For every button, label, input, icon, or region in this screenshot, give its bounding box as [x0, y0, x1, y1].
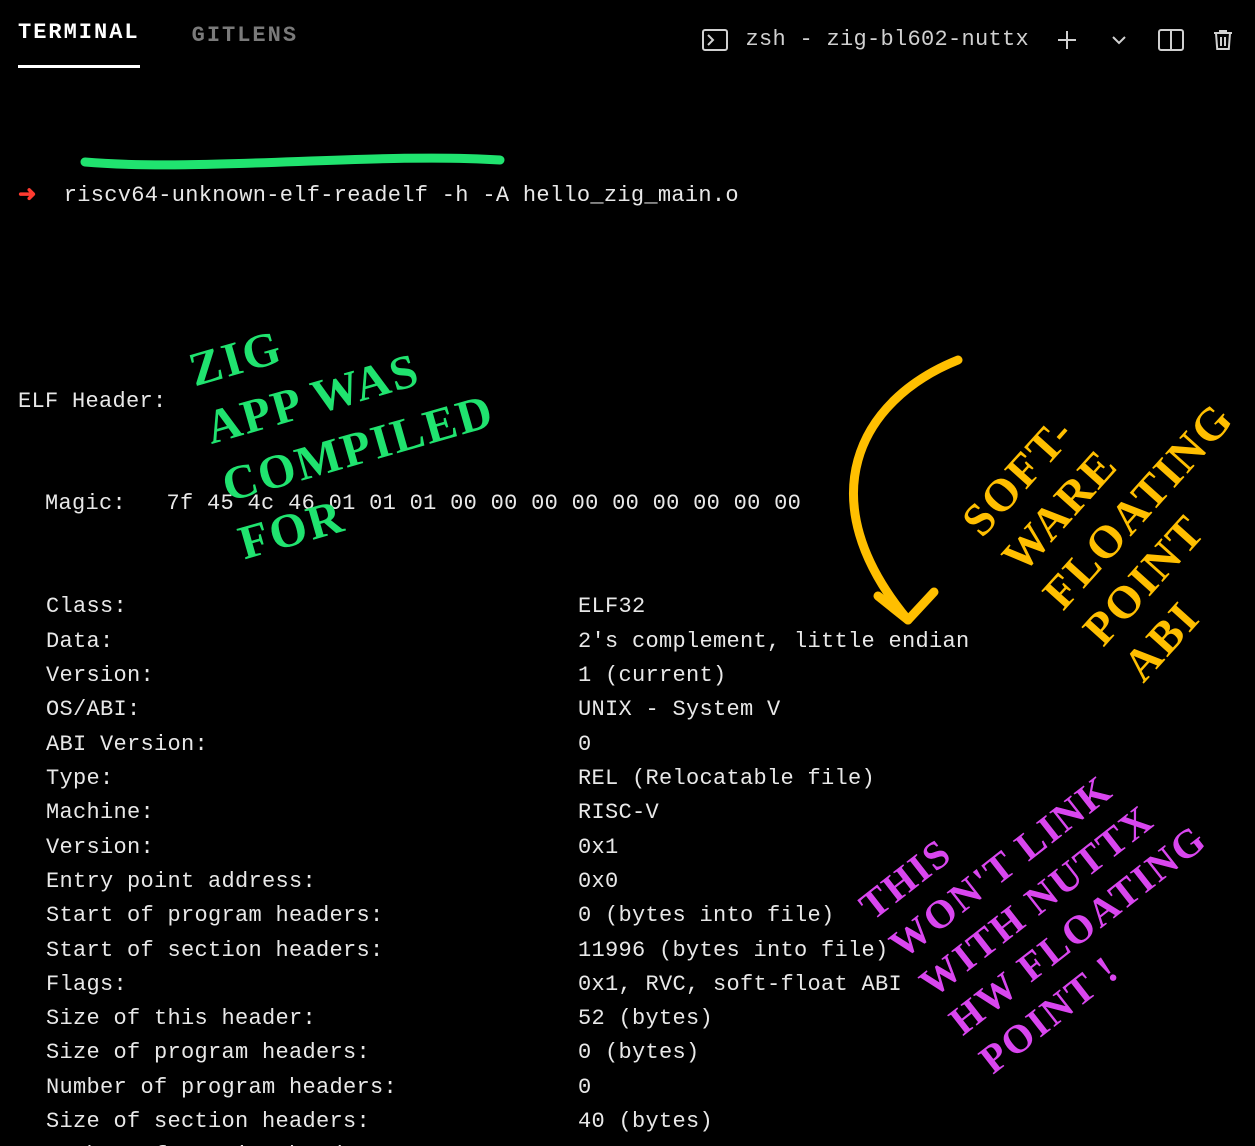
elf-row: ABI Version:0 [18, 728, 1237, 762]
elf-row-key: Version: [18, 831, 578, 865]
elf-row-value: UNIX - System V [578, 693, 781, 727]
elf-row: Data:2's complement, little endian [18, 625, 1237, 659]
elf-row-value: 0x1 [578, 831, 619, 865]
elf-row-key: OS/ABI: [18, 693, 578, 727]
shell-label: zsh - zig-bl602-nuttx [745, 23, 1029, 57]
terminal-output[interactable]: ➜ riscv64-unknown-elf-readelf -h -A hell… [18, 70, 1237, 1146]
elf-row: Size of section headers:40 (bytes) [18, 1105, 1237, 1139]
tab-gitlens[interactable]: GITLENS [192, 15, 298, 67]
elf-row: Class:ELF32 [18, 590, 1237, 624]
elf-row: Version:0x1 [18, 831, 1237, 865]
elf-row-value: 0x1, RVC, soft-float ABI [578, 968, 902, 1002]
elf-row-value: REL (Relocatable file) [578, 762, 875, 796]
elf-row-value: 52 (bytes) [578, 1002, 713, 1036]
panel-tabbar: TERMINAL GITLENS zsh - zig-bl602-nuttx [18, 10, 1237, 70]
elf-row-value: RISC-V [578, 796, 659, 830]
elf-row-key: Flags: [18, 968, 578, 1002]
elf-row-value: ELF32 [578, 590, 646, 624]
elf-row-value: 40 (bytes) [578, 1105, 713, 1139]
elf-row-key: Data: [18, 625, 578, 659]
split-panel-icon[interactable] [1157, 26, 1185, 54]
elf-header-title: ELF Header: [18, 385, 1237, 419]
elf-row-value: 0 (bytes) [578, 1036, 700, 1070]
elf-row-key: Machine: [18, 796, 578, 830]
elf-row: OS/ABI:UNIX - System V [18, 693, 1237, 727]
elf-row-value: 2's complement, little endian [578, 625, 970, 659]
elf-row-key: Start of section headers: [18, 934, 578, 968]
elf-row-key: Class: [18, 590, 578, 624]
tab-terminal[interactable]: TERMINAL [18, 12, 140, 67]
elf-row-key: ABI Version: [18, 728, 578, 762]
elf-row-key: Entry point address: [18, 865, 578, 899]
elf-row-key: Number of section headers: [18, 1139, 578, 1146]
trash-icon[interactable] [1209, 26, 1237, 54]
elf-row-value: 0 [578, 728, 592, 762]
elf-row-key: Version: [18, 659, 578, 693]
elf-row: Size of this header:52 (bytes) [18, 1002, 1237, 1036]
elf-row-value: 0x0 [578, 865, 619, 899]
magic-value: 7f 45 4c 46 01 01 01 00 00 00 00 00 00 0… [167, 491, 802, 516]
elf-row: Start of program headers:0 (bytes into f… [18, 899, 1237, 933]
panel-tabs: TERMINAL GITLENS [18, 12, 298, 67]
elf-row-key: Type: [18, 762, 578, 796]
elf-row: Size of program headers:0 (bytes) [18, 1036, 1237, 1070]
elf-row-value: 0 (bytes into file) [578, 899, 835, 933]
terminal-toolbar: zsh - zig-bl602-nuttx [701, 23, 1237, 57]
elf-row: Type:REL (Relocatable file) [18, 762, 1237, 796]
elf-row-key: Start of program headers: [18, 899, 578, 933]
shell-selector[interactable]: zsh - zig-bl602-nuttx [701, 23, 1029, 57]
new-terminal-icon[interactable] [1053, 26, 1081, 54]
elf-row: Version:1 (current) [18, 659, 1237, 693]
elf-row-key: Size of section headers: [18, 1105, 578, 1139]
command-line: riscv64-unknown-elf-readelf -h -A hello_… [64, 183, 739, 208]
chevron-down-icon[interactable] [1105, 26, 1133, 54]
magic-label: Magic: [45, 491, 167, 516]
elf-row: Flags:0x1, RVC, soft-float ABI [18, 968, 1237, 1002]
elf-row: Machine:RISC-V [18, 796, 1237, 830]
elf-row-value: 1 (current) [578, 659, 727, 693]
elf-row-value: 24 [578, 1139, 605, 1146]
elf-row-value: 0 [578, 1071, 592, 1105]
elf-row: Number of section headers:24 [18, 1139, 1237, 1146]
elf-row-key: Size of program headers: [18, 1036, 578, 1070]
elf-row: Entry point address:0x0 [18, 865, 1237, 899]
elf-row-key: Number of program headers: [18, 1071, 578, 1105]
elf-row: Start of section headers:11996 (bytes in… [18, 934, 1237, 968]
elf-row-key: Size of this header: [18, 1002, 578, 1036]
prompt-arrow-icon: ➜ [18, 183, 37, 208]
elf-row: Number of program headers:0 [18, 1071, 1237, 1105]
terminal-prompt-icon [701, 26, 729, 54]
elf-row-value: 11996 (bytes into file) [578, 934, 889, 968]
